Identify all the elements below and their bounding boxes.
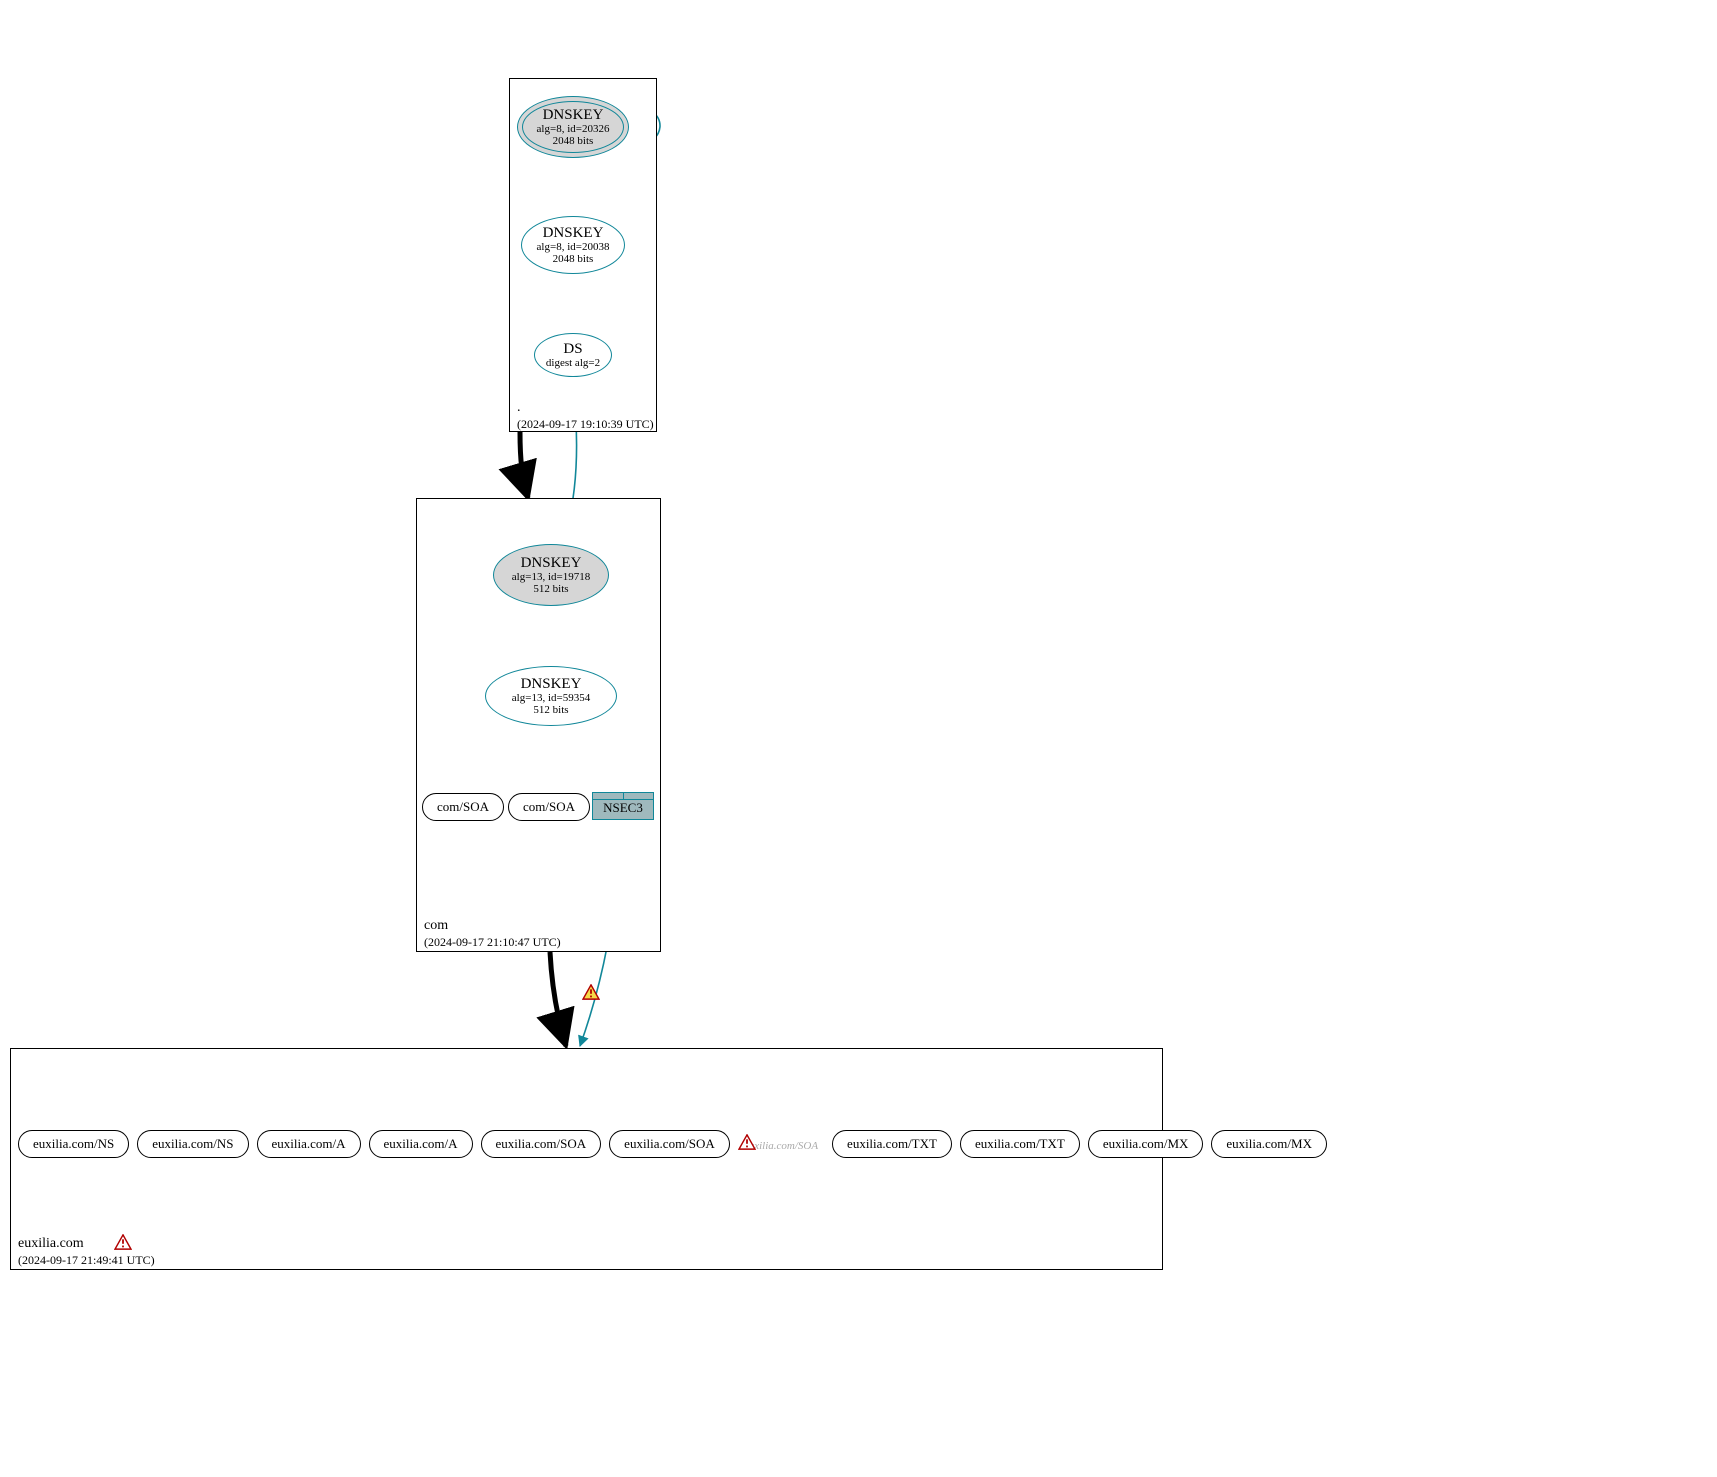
node-line3: 512 bits xyxy=(533,704,568,716)
leaf-record[interactable]: euxilia.com/NS xyxy=(18,1130,129,1158)
node-title: DNSKEY xyxy=(521,555,582,572)
leaf-record[interactable]: euxilia.com/A xyxy=(257,1130,361,1158)
node-title: DNSKEY xyxy=(543,107,604,124)
zone-root-name: . xyxy=(517,400,654,417)
leaf-record[interactable]: euxilia.com/A xyxy=(369,1130,473,1158)
warning-icon xyxy=(114,1234,132,1250)
node-line2: alg=8, id=20038 xyxy=(537,241,610,253)
zone-com-name: com xyxy=(424,918,561,935)
node-title: DNSKEY xyxy=(521,676,582,693)
zone-leaf-name: euxilia.com xyxy=(18,1236,84,1251)
leaf-record[interactable]: euxilia.com/MX xyxy=(1088,1130,1204,1158)
node-com-soa-2[interactable]: com/SOA xyxy=(508,793,590,821)
node-label: NSEC3 xyxy=(603,797,643,816)
leaf-record[interactable]: euxilia.com/NS xyxy=(137,1130,248,1158)
leaf-record[interactable]: euxilia.com/SOA xyxy=(481,1130,602,1158)
zone-leaf-timestamp: (2024-09-17 21:49:41 UTC) xyxy=(18,1253,155,1267)
node-root-dnskey-2[interactable]: DNSKEY alg=8, id=20038 2048 bits xyxy=(521,216,625,274)
node-line2: alg=13, id=19718 xyxy=(512,571,590,583)
node-com-soa-1[interactable]: com/SOA xyxy=(422,793,504,821)
node-title: DNSKEY xyxy=(543,225,604,242)
leaf-record[interactable]: euxilia.com/MX xyxy=(1211,1130,1327,1158)
leaf-record-row: euxilia.com/NS euxilia.com/NS euxilia.com/… xyxy=(18,1130,1327,1158)
zone-com-timestamp: (2024-09-17 21:10:47 UTC) xyxy=(424,935,561,949)
node-line2: alg=13, id=59354 xyxy=(512,692,590,704)
node-line2: digest alg=2 xyxy=(546,357,600,369)
leaf-record[interactable]: euxilia.com/TXT xyxy=(832,1130,952,1158)
node-line3: 2048 bits xyxy=(553,135,594,147)
node-com-dnskey-1[interactable]: DNSKEY alg=13, id=19718 512 bits xyxy=(493,544,609,606)
warning-icon xyxy=(582,984,600,1000)
node-com-nsec3[interactable]: NSEC3 xyxy=(592,792,654,820)
node-line2: alg=8, id=20326 xyxy=(537,123,610,135)
node-line3: 512 bits xyxy=(533,583,568,595)
node-root-ds[interactable]: DS digest alg=2 xyxy=(534,333,612,377)
warning-icon xyxy=(738,1134,756,1150)
zone-root-timestamp: (2024-09-17 19:10:39 UTC) xyxy=(517,417,654,431)
zone-leaf-label: euxilia.com (2024-09-17 21:49:41 UTC) xyxy=(18,1236,155,1471)
node-label: com/SOA xyxy=(523,800,575,814)
node-com-dnskey-2[interactable]: DNSKEY alg=13, id=59354 512 bits xyxy=(485,666,617,726)
node-label: com/SOA xyxy=(437,800,489,814)
node-root-dnskey-1[interactable]: DNSKEY alg=8, id=20326 2048 bits xyxy=(517,96,629,158)
leaf-record[interactable]: euxilia.com/SOA xyxy=(609,1130,730,1158)
leaf-record[interactable]: euxilia.com/TXT xyxy=(960,1130,1080,1158)
zone-leaf xyxy=(10,1048,1163,1270)
node-title: DS xyxy=(563,341,582,358)
node-line3: 2048 bits xyxy=(553,253,594,265)
